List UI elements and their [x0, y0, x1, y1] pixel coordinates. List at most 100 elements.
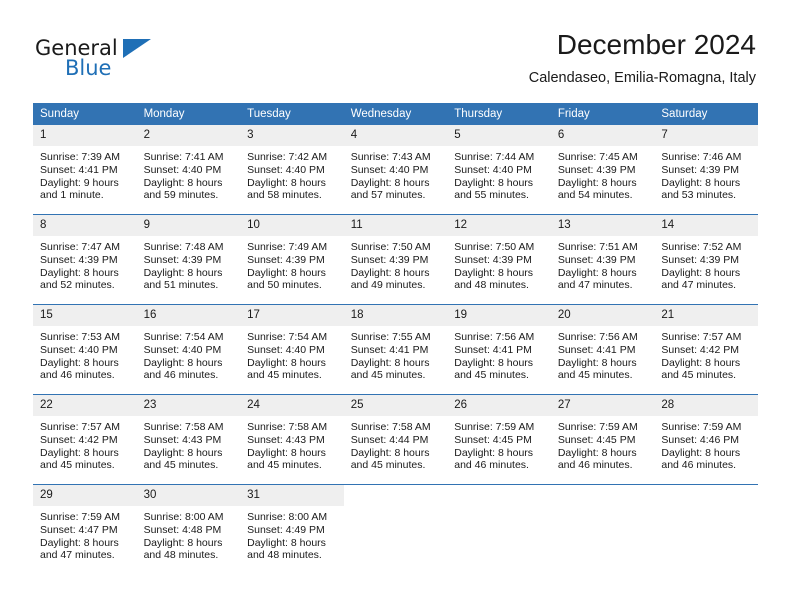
day-number: [654, 485, 758, 506]
day-number: 2: [136, 125, 241, 146]
day-sunset-text: Sunset: 4:42 PM: [40, 433, 118, 446]
day-number: 17: [240, 305, 344, 326]
day-cell-inner: 8 Sunrise: 7:47 AM Sunset: 4:39 PM Daylight…: [33, 215, 137, 304]
day-cell-inner: 21 Sunrise: 7:57 AM Sunset: 4:42 PM Dayligh…: [654, 305, 758, 394]
day-sunset-text: Sunset: 4:39 PM: [557, 253, 636, 266]
calendar-day-cell[interactable]: 13 Sunrise: 7:51 AM Sunset: 4:39 PM Dayligh…: [550, 214, 655, 305]
general-blue-logo[interactable]: General Blue: [35, 36, 235, 86]
day-number: 20: [550, 305, 655, 326]
day-daylight-line1-text: Daylight: 8 hours: [557, 176, 637, 189]
day-details: Sunrise: 7:58 AM Sunset: 4:44 PM Daylight:…: [344, 416, 448, 472]
day-daylight-line2-text: and 1 minute.: [40, 189, 104, 202]
day-number: 3: [240, 125, 344, 146]
calendar-day-cell[interactable]: 4 Sunrise: 7:43 AM Sunset: 4:40 PM Daylight…: [343, 125, 448, 215]
calendar-day-cell[interactable]: 15 Sunrise: 7:53 AM Sunset: 4:40 PM Dayligh…: [33, 304, 137, 395]
day-cell-inner: 30 Sunrise: 8:00 AM Sunset: 4:48 PM Dayligh…: [136, 485, 241, 574]
weekday-header-saturday: Saturday: [654, 103, 758, 125]
day-cell-inner: 18 Sunrise: 7:55 AM Sunset: 4:41 PM Dayligh…: [343, 305, 448, 394]
day-cell-inner: [654, 485, 758, 574]
calendar-day-cell[interactable]: 19 Sunrise: 7:56 AM Sunset: 4:41 PM Dayligh…: [447, 304, 551, 395]
calendar-day-cell[interactable]: 24 Sunrise: 7:58 AM Sunset: 4:43 PM Dayligh…: [240, 394, 344, 485]
calendar-day-cell[interactable]: 20 Sunrise: 7:56 AM Sunset: 4:41 PM Dayligh…: [550, 304, 655, 395]
day-daylight-line1-text: Daylight: 8 hours: [143, 536, 223, 549]
calendar-day-cell[interactable]: 11 Sunrise: 7:50 AM Sunset: 4:39 PM Dayligh…: [343, 214, 448, 305]
day-sunrise-text: Sunrise: 7:54 AM: [247, 331, 328, 343]
calendar-day-cell[interactable]: 26 Sunrise: 7:59 AM Sunset: 4:45 PM Dayligh…: [447, 394, 551, 485]
day-details: Sunrise: 7:43 AM Sunset: 4:40 PM Daylight:…: [344, 146, 448, 202]
weekday-header-monday: Monday: [136, 103, 241, 125]
day-cell-inner: 11 Sunrise: 7:50 AM Sunset: 4:39 PM Dayligh…: [343, 215, 448, 304]
day-sunset-text: Sunset: 4:41 PM: [454, 343, 532, 356]
day-sunrise-text: Sunrise: 7:56 AM: [454, 331, 535, 343]
calendar-day-cell[interactable]: 6 Sunrise: 7:45 AM Sunset: 4:39 PM Daylight…: [550, 125, 655, 215]
calendar-day-cell[interactable]: 8 Sunrise: 7:47 AM Sunset: 4:39 PM Daylight…: [33, 214, 137, 305]
day-sunset-text: Sunset: 4:39 PM: [557, 163, 636, 176]
calendar-day-cell[interactable]: 31 Sunrise: 8:00 AM Sunset: 4:49 PM Dayligh…: [240, 484, 344, 574]
calendar-day-cell[interactable]: 30 Sunrise: 8:00 AM Sunset: 4:48 PM Dayligh…: [136, 484, 241, 574]
day-number: 22: [33, 395, 137, 416]
day-number: 14: [654, 215, 758, 236]
day-cell-inner: 23 Sunrise: 7:58 AM Sunset: 4:43 PM Dayligh…: [136, 395, 241, 484]
page-header: General Blue December 2024 Calendaseo, E…: [0, 0, 792, 100]
day-details: Sunrise: 7:58 AM Sunset: 4:43 PM Daylight:…: [240, 416, 344, 472]
calendar-day-cell[interactable]: 29 Sunrise: 7:59 AM Sunset: 4:47 PM Dayligh…: [33, 484, 137, 574]
day-number: 7: [654, 125, 758, 146]
day-daylight-line2-text: and 58 minutes.: [247, 189, 322, 202]
day-cell-inner: 10 Sunrise: 7:49 AM Sunset: 4:39 PM Dayligh…: [240, 215, 344, 304]
day-sunrise-text: Sunrise: 7:39 AM: [40, 151, 120, 163]
calendar-day-cell[interactable]: 1 Sunrise: 7:39 AM Sunset: 4:41 PM Daylight…: [33, 125, 137, 215]
day-details: Sunrise: 7:49 AM Sunset: 4:39 PM Daylight:…: [240, 236, 344, 292]
day-daylight-line2-text: and 52 minutes.: [40, 279, 115, 292]
calendar-day-cell[interactable]: 22 Sunrise: 7:57 AM Sunset: 4:42 PM Dayligh…: [33, 394, 137, 485]
day-cell-inner: [550, 485, 655, 574]
day-daylight-line1-text: Daylight: 8 hours: [247, 176, 326, 189]
weekday-header-friday: Friday: [550, 103, 655, 125]
day-daylight-line2-text: and 46 minutes.: [557, 459, 633, 472]
calendar-day-cell[interactable]: 7 Sunrise: 7:46 AM Sunset: 4:39 PM Daylight…: [654, 125, 758, 215]
day-sunset-text: Sunset: 4:43 PM: [247, 433, 325, 446]
day-sunset-text: Sunset: 4:45 PM: [557, 433, 636, 446]
calendar-header-row: Sunday Monday Tuesday Wednesday Thursday…: [33, 103, 758, 125]
day-sunrise-text: Sunrise: 7:42 AM: [247, 151, 328, 163]
day-details: Sunrise: 7:45 AM Sunset: 4:39 PM Daylight:…: [551, 146, 655, 202]
calendar-day-cell[interactable]: 18 Sunrise: 7:55 AM Sunset: 4:41 PM Dayligh…: [343, 304, 448, 395]
calendar-day-cell[interactable]: 10 Sunrise: 7:49 AM Sunset: 4:39 PM Dayligh…: [240, 214, 344, 305]
calendar-day-cell[interactable]: 28 Sunrise: 7:59 AM Sunset: 4:46 PM Dayligh…: [654, 394, 758, 485]
day-details: Sunrise: 7:56 AM Sunset: 4:41 PM Daylight:…: [447, 326, 551, 382]
day-sunset-text: Sunset: 4:40 PM: [247, 343, 325, 356]
day-sunrise-text: Sunrise: 7:45 AM: [557, 151, 638, 163]
day-details: Sunrise: 7:52 AM Sunset: 4:39 PM Daylight:…: [654, 236, 758, 292]
day-daylight-line1-text: Daylight: 8 hours: [454, 176, 534, 189]
day-daylight-line2-text: and 45 minutes.: [454, 369, 529, 382]
day-daylight-line2-text: and 46 minutes.: [661, 459, 737, 472]
calendar-table: Sunday Monday Tuesday Wednesday Thursday…: [33, 103, 758, 574]
calendar-body: 1 Sunrise: 7:39 AM Sunset: 4:41 PM Daylight…: [33, 125, 758, 574]
calendar-cell-empty: [654, 484, 758, 574]
day-number: 6: [550, 125, 655, 146]
calendar-day-cell[interactable]: 2 Sunrise: 7:41 AM Sunset: 4:40 PM Daylight…: [136, 125, 241, 215]
calendar-day-cell[interactable]: 12 Sunrise: 7:50 AM Sunset: 4:39 PM Dayligh…: [447, 214, 551, 305]
day-daylight-line1-text: Daylight: 8 hours: [40, 356, 119, 369]
calendar-day-cell[interactable]: 21 Sunrise: 7:57 AM Sunset: 4:42 PM Dayligh…: [654, 304, 758, 395]
day-sunset-text: Sunset: 4:43 PM: [143, 433, 222, 446]
day-daylight-line2-text: and 49 minutes.: [350, 279, 426, 292]
calendar-day-cell[interactable]: 25 Sunrise: 7:58 AM Sunset: 4:44 PM Dayligh…: [343, 394, 448, 485]
day-details: Sunrise: 7:59 AM Sunset: 4:45 PM Daylight:…: [551, 416, 655, 472]
calendar-week-row: 15 Sunrise: 7:53 AM Sunset: 4:40 PM Dayligh…: [33, 304, 758, 395]
calendar-day-cell[interactable]: 14 Sunrise: 7:52 AM Sunset: 4:39 PM Dayligh…: [654, 214, 758, 305]
day-daylight-line2-text: and 57 minutes.: [350, 189, 426, 202]
calendar-day-cell[interactable]: 9 Sunrise: 7:48 AM Sunset: 4:39 PM Daylight…: [136, 214, 241, 305]
day-daylight-line1-text: Daylight: 8 hours: [143, 446, 223, 459]
day-daylight-line1-text: Daylight: 8 hours: [661, 356, 741, 369]
day-details: Sunrise: 7:54 AM Sunset: 4:40 PM Daylight:…: [240, 326, 344, 382]
calendar-day-cell[interactable]: 5 Sunrise: 7:44 AM Sunset: 4:40 PM Daylight…: [447, 125, 551, 215]
day-daylight-line1-text: Daylight: 8 hours: [454, 446, 534, 459]
day-details: Sunrise: 8:00 AM Sunset: 4:49 PM Daylight:…: [240, 506, 344, 562]
calendar-day-cell[interactable]: 23 Sunrise: 7:58 AM Sunset: 4:43 PM Dayligh…: [136, 394, 241, 485]
calendar-day-cell[interactable]: 16 Sunrise: 7:54 AM Sunset: 4:40 PM Dayligh…: [136, 304, 241, 395]
calendar-day-cell[interactable]: 3 Sunrise: 7:42 AM Sunset: 4:40 PM Daylight…: [240, 125, 344, 215]
calendar-day-cell[interactable]: 27 Sunrise: 7:59 AM Sunset: 4:45 PM Dayligh…: [550, 394, 655, 485]
day-sunset-text: Sunset: 4:39 PM: [247, 253, 325, 266]
calendar-day-cell[interactable]: 17 Sunrise: 7:54 AM Sunset: 4:40 PM Dayligh…: [240, 304, 344, 395]
day-details: Sunrise: 7:57 AM Sunset: 4:42 PM Daylight:…: [33, 416, 137, 472]
